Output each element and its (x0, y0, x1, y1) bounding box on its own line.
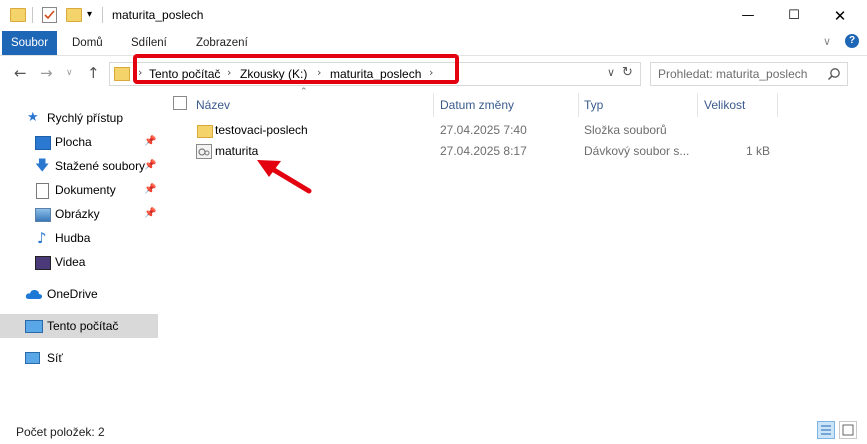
sidebar-item-label: Dokumenty (55, 183, 116, 197)
column-divider[interactable] (433, 93, 434, 117)
expand-ribbon-icon[interactable]: ∨ (823, 35, 831, 48)
sidebar-item-label: Rychlý přístup (47, 111, 124, 125)
annotation-arrow-icon (257, 160, 312, 194)
status-item-count: Počet položek: 2 (16, 425, 105, 439)
search-input[interactable]: Prohledat: maturita_poslech (658, 67, 807, 81)
file-size: 1 kB (745, 144, 770, 158)
sidebar-item-desktop[interactable]: Plocha 📌 (0, 130, 158, 154)
document-icon (36, 183, 49, 199)
search-icon[interactable] (827, 67, 841, 81)
file-row[interactable]: testovaci-poslech 27.04.2025 7:40 Složka… (168, 120, 858, 142)
recent-locations-icon[interactable]: ∨ (66, 68, 73, 78)
sidebar-item-videos[interactable]: Videa (0, 250, 158, 274)
address-history-icon[interactable]: ∨ (607, 66, 615, 79)
pin-icon: 📌 (144, 160, 157, 171)
desktop-icon (35, 136, 51, 150)
divider (102, 7, 103, 23)
sidebar-item-label: OneDrive (47, 287, 98, 301)
select-all-checkbox[interactable] (173, 96, 187, 110)
folder-icon (10, 8, 26, 22)
file-type: Dávkový soubor s... (584, 144, 690, 158)
pin-icon: 📌 (144, 136, 157, 147)
sidebar-item-label: Videa (55, 255, 86, 269)
file-modified: 27.04.2025 8:17 (440, 144, 527, 158)
column-header-date[interactable]: Datum změny (440, 93, 514, 117)
sort-indicator-icon: ⌃ (300, 87, 308, 97)
pin-icon: 📌 (144, 184, 157, 195)
video-icon (35, 256, 51, 270)
divider (32, 7, 33, 23)
network-icon (25, 352, 40, 364)
maximize-icon[interactable]: ☐ (771, 0, 817, 31)
up-icon[interactable]: ↑ (87, 64, 100, 82)
title-bar: ▾ maturita_poslech — ☐ ✕ (0, 0, 867, 31)
details-view-icon[interactable] (817, 421, 835, 439)
file-name: maturita (215, 144, 259, 158)
help-icon[interactable]: ? (845, 34, 859, 48)
sidebar-item-documents[interactable]: Dokumenty 📌 (0, 178, 158, 202)
large-icons-view-icon[interactable] (839, 421, 857, 439)
column-header-size[interactable]: Velikost (704, 93, 745, 117)
folder-icon (197, 125, 213, 138)
column-header-type[interactable]: Typ (584, 93, 603, 117)
column-divider[interactable] (578, 93, 579, 117)
sidebar-item-pictures[interactable]: Obrázky 📌 (0, 202, 158, 226)
sidebar-item-network[interactable]: Síť (0, 346, 158, 370)
sidebar-item-label: Plocha (55, 135, 92, 149)
column-header-name[interactable]: Název (196, 93, 230, 117)
tab-home[interactable]: Domů (72, 31, 103, 55)
folder-icon (114, 67, 130, 81)
back-icon[interactable]: ← (14, 64, 27, 82)
sidebar-item-quick-access[interactable]: ★ Rychlý přístup (0, 106, 158, 130)
sidebar-item-music[interactable]: ♪ Hudba (0, 226, 158, 250)
sidebar-item-label: Hudba (55, 231, 91, 245)
column-divider[interactable] (697, 93, 698, 117)
download-icon: 🡇 (35, 158, 50, 174)
music-icon: ♪ (37, 229, 47, 247)
forward-icon[interactable]: → (40, 64, 53, 82)
properties-icon[interactable] (42, 7, 57, 23)
close-icon[interactable]: ✕ (817, 0, 863, 31)
sidebar-item-onedrive[interactable]: OneDrive (0, 282, 158, 306)
tab-share[interactable]: Sdílení (131, 31, 167, 55)
search-box[interactable]: Prohledat: maturita_poslech (650, 62, 848, 86)
cloud-icon (25, 289, 43, 299)
refresh-icon[interactable]: ↻ (622, 65, 633, 80)
sidebar-item-label: Obrázky (55, 207, 100, 221)
customize-toolbar-icon[interactable]: ▾ (87, 9, 92, 20)
column-divider[interactable] (777, 93, 778, 117)
pictures-icon (35, 208, 51, 222)
file-name: testovaci-poslech (215, 123, 308, 137)
pin-icon: 📌 (144, 208, 157, 219)
address-highlight-box (133, 54, 459, 84)
file-modified: 27.04.2025 7:40 (440, 123, 527, 137)
star-icon: ★ (27, 110, 39, 125)
tab-view[interactable]: Zobrazení (196, 31, 248, 55)
window-title: maturita_poslech (112, 8, 204, 22)
sidebar-item-label: Stažené soubory (55, 159, 146, 173)
new-folder-icon[interactable] (66, 8, 82, 22)
computer-icon (25, 320, 43, 333)
sidebar-item-label: Tento počítač (47, 319, 119, 333)
ribbon-tabs: Soubor Domů Sdílení Zobrazení ∨ ? (0, 31, 867, 56)
file-type: Složka souborů (584, 123, 667, 137)
batch-file-icon (196, 144, 212, 159)
sidebar-item-label: Síť (47, 351, 63, 365)
sidebar-item-this-pc[interactable]: Tento počítač (0, 314, 158, 338)
minimize-icon[interactable]: — (725, 0, 771, 31)
sidebar-item-downloads[interactable]: 🡇 Stažené soubory 📌 (0, 154, 158, 178)
tab-file[interactable]: Soubor (2, 31, 57, 55)
